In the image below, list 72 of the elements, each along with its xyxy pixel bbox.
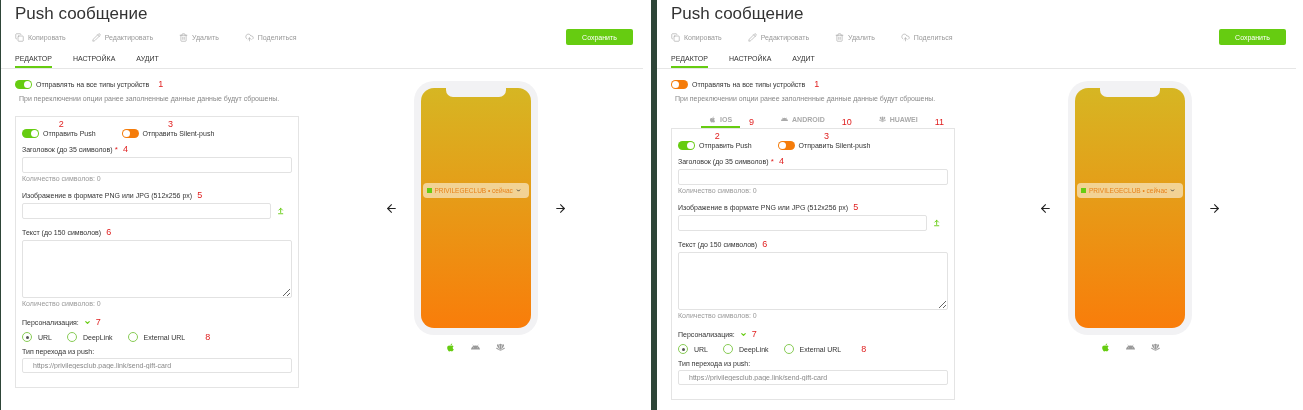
toggle-switch[interactable]: [15, 79, 32, 89]
arrow-left-icon[interactable]: [1039, 201, 1052, 215]
phone-notch: [445, 88, 506, 97]
os-button[interactable]: [496, 343, 505, 352]
copy-icon: [15, 32, 24, 42]
petals-icon: [1150, 343, 1160, 352]
toggle-switch[interactable]: [777, 141, 795, 150]
cloud-upload-icon: [244, 32, 254, 42]
annotation-number: 5: [853, 202, 859, 212]
annotation-number: 3: [823, 131, 829, 141]
annotation-number: 7: [95, 317, 101, 327]
upload-icon[interactable]: [276, 207, 285, 215]
annotation-number: 6: [762, 239, 768, 249]
input-field[interactable]: [678, 169, 948, 185]
cloud-upload-icon: [900, 32, 910, 42]
annotation-number: 9: [749, 117, 755, 127]
toggle-switch[interactable]: [121, 129, 139, 138]
petals-icon: [496, 343, 505, 352]
chevron-icon: [1170, 188, 1176, 193]
input-field[interactable]: [22, 203, 271, 219]
apple-icon: [446, 343, 455, 352]
os-button[interactable]: [471, 343, 480, 352]
annotation-number: 6: [106, 227, 112, 237]
annotation-number: 5: [197, 190, 203, 200]
annotation-number: 4: [778, 156, 784, 166]
pencil-icon: [747, 32, 757, 42]
android-icon: [471, 343, 480, 352]
arrow-right-icon[interactable]: [1208, 201, 1221, 215]
phone-notch: [1100, 88, 1160, 97]
annotation-number: 7: [751, 329, 757, 339]
os-button[interactable]: [1100, 343, 1110, 352]
annotation-number: 11: [934, 117, 944, 127]
caret-icon[interactable]: [83, 318, 91, 326]
annotation-number: 1: [158, 79, 164, 89]
annotation-number: 1: [814, 79, 820, 89]
app-icon: [426, 188, 432, 193]
os-button[interactable]: [1150, 343, 1160, 352]
app-icon: [1081, 188, 1086, 193]
annotation-number: 8: [861, 344, 867, 354]
required-mark: *: [769, 156, 774, 166]
apple-icon: [709, 116, 716, 123]
text-area[interactable]: [678, 252, 948, 310]
required-mark: *: [113, 144, 118, 154]
caret-icon[interactable]: [739, 330, 747, 338]
upload-icon[interactable]: [932, 219, 941, 227]
android-icon: [1125, 343, 1135, 352]
input-field[interactable]: [678, 215, 927, 231]
toggle-switch[interactable]: [678, 141, 695, 150]
toggle-switch[interactable]: [671, 79, 688, 89]
copy-icon: [671, 32, 680, 42]
page-title: Push сообщение: [15, 4, 149, 24]
apple-icon: [1100, 343, 1110, 352]
annotation-number: 2: [58, 119, 64, 129]
trash-icon: [179, 32, 189, 42]
annotation-number: 8: [205, 332, 211, 342]
annotation-number: 2: [714, 131, 720, 141]
os-button[interactable]: [446, 343, 455, 352]
annotation-number: 4: [122, 144, 128, 154]
annotation-number: 3: [167, 119, 173, 129]
trash-icon: [835, 32, 845, 42]
os-button[interactable]: [1125, 343, 1135, 352]
arrow-left-icon[interactable]: [384, 201, 398, 215]
page-title: Push сообщение: [671, 4, 805, 24]
arrow-right-icon[interactable]: [553, 201, 567, 215]
android-icon: [781, 116, 788, 123]
petals-icon: [878, 116, 886, 123]
pencil-icon: [91, 32, 101, 42]
text-area[interactable]: [22, 240, 292, 298]
toggle-switch[interactable]: [22, 129, 39, 138]
annotation-number: 10: [841, 117, 852, 127]
chevron-icon: [515, 188, 521, 193]
input-field[interactable]: [22, 157, 292, 173]
